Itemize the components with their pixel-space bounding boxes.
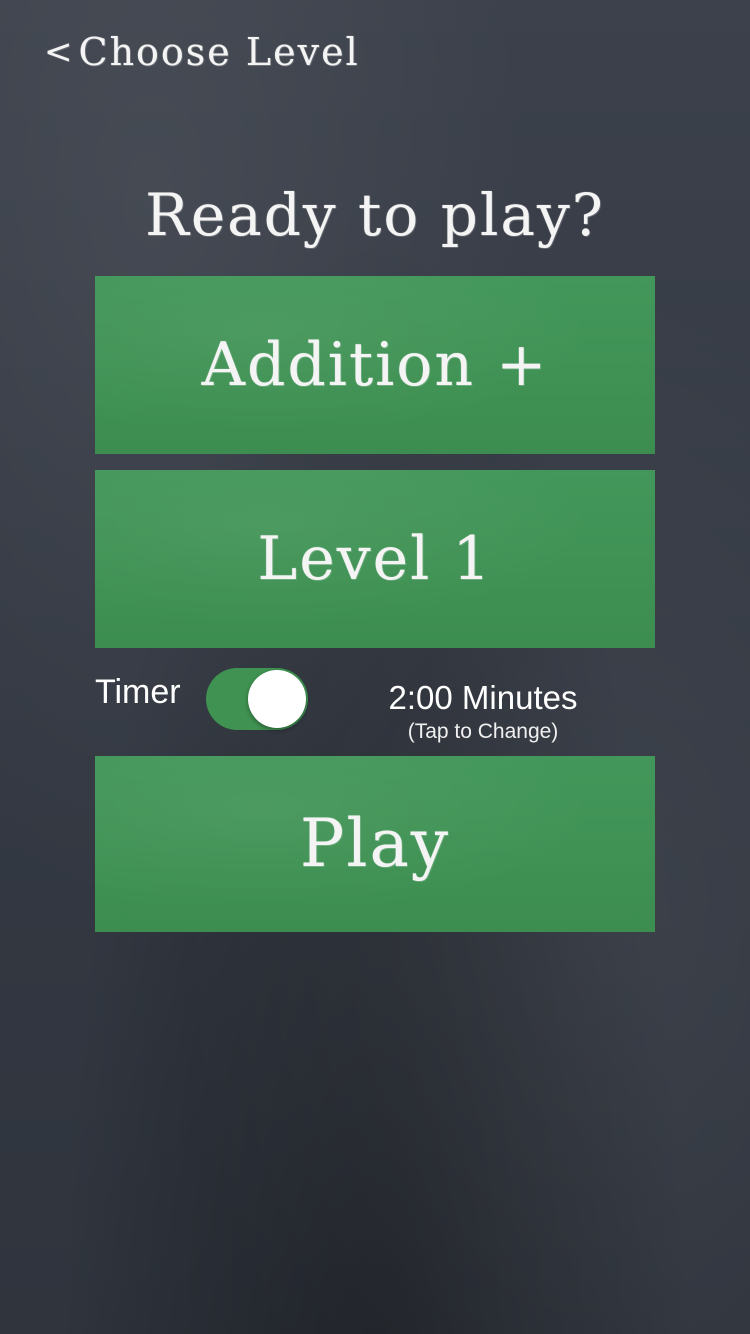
page-title: Ready to play? <box>145 181 605 249</box>
timer-duration-hint: (Tap to Change) <box>407 720 559 743</box>
operation-button[interactable]: Addition + <box>95 276 655 454</box>
timer-duration-button[interactable]: 2:00 Minutes (Tap to Change) <box>360 676 606 744</box>
play-button[interactable]: Play <box>95 756 655 932</box>
back-button[interactable]: < Choose Level <box>44 26 360 78</box>
timer-label: Timer <box>95 673 181 711</box>
timer-toggle[interactable] <box>206 668 308 730</box>
level-button-label: Level 1 <box>257 524 493 594</box>
timer-duration-value: 2:00 Minutes <box>388 679 578 716</box>
operation-button-label: Addition + <box>201 330 549 400</box>
play-button-label: Play <box>299 805 451 882</box>
level-button[interactable]: Level 1 <box>95 470 655 648</box>
timer-toggle-knob <box>248 670 306 728</box>
chevron-left-icon: < <box>44 32 75 72</box>
back-button-label: Choose Level <box>78 30 360 74</box>
